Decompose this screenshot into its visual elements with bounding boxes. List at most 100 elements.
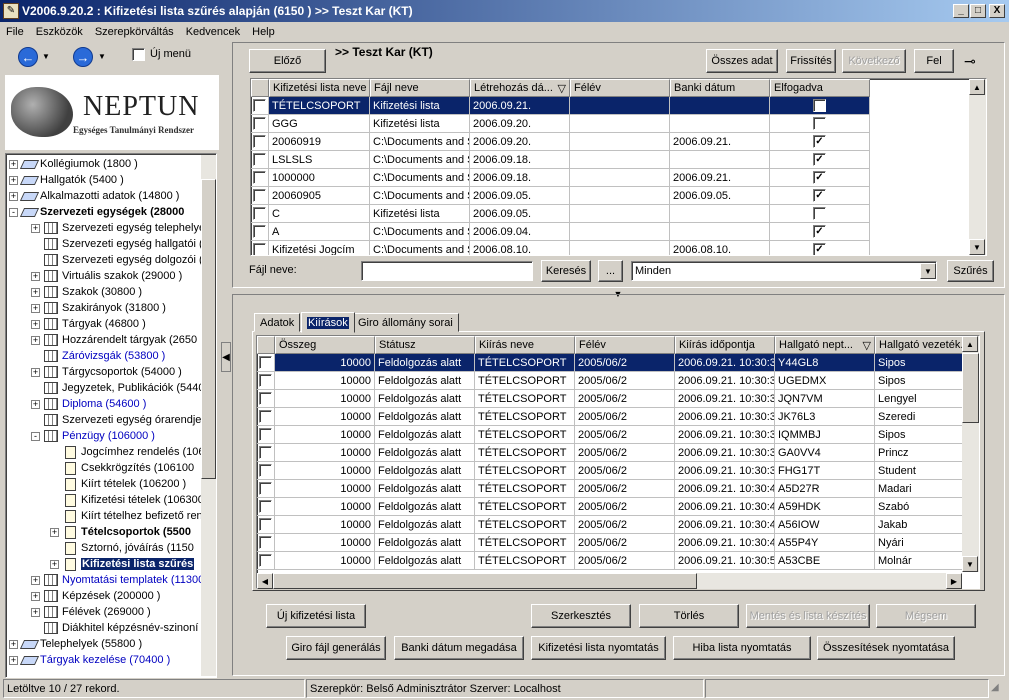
tree-item[interactable]: + Szakirányok (31800 )	[31, 300, 166, 316]
new-payment-list-button[interactable]: Új kifizetési lista	[266, 604, 366, 628]
expand-toggle-icon[interactable]: +	[31, 575, 40, 585]
table-row[interactable]: 10000 Feldolgozás alatt TÉTELCSOPORT 2005/0…	[257, 462, 963, 480]
tree-item[interactable]: + Tárgyak (46800 )	[31, 316, 146, 332]
accepted-checkbox[interactable]: ✓	[813, 153, 826, 166]
accepted-checkbox[interactable]: ✓	[813, 189, 826, 202]
row-select-checkbox[interactable]	[253, 171, 266, 184]
table-row[interactable]: TÉTELCSOPORT Kifizetési lista 2006.09.21.	[251, 97, 969, 115]
accepted-checkbox[interactable]: ✓	[813, 243, 826, 255]
expand-toggle-icon[interactable]: +	[31, 223, 40, 233]
menu-file[interactable]: File	[0, 26, 30, 38]
delete-button[interactable]: Törlés	[639, 604, 739, 628]
row-select-checkbox[interactable]	[253, 117, 266, 130]
table-row[interactable]: 10000 Feldolgozás alatt TÉTELCSOPORT 2005/0…	[257, 552, 963, 570]
top-table-scrollbar[interactable]: ▲ ▼	[969, 79, 986, 255]
browse-button[interactable]: ...	[598, 260, 623, 282]
tree-item[interactable]: + Tételcsoportok (5500	[50, 524, 191, 540]
edit-button[interactable]: Szerkesztés	[531, 604, 631, 628]
scroll-up-icon[interactable]: ▲	[969, 79, 985, 95]
next-button[interactable]: Következő	[842, 49, 906, 73]
row-select-checkbox[interactable]	[259, 374, 272, 387]
tree-scrollbar[interactable]	[201, 155, 216, 676]
tree-item[interactable]: + Hozzárendelt tárgyak (2650	[31, 332, 197, 348]
tree-item[interactable]: Kiírt tételhez befizető ren	[50, 508, 203, 524]
tree-item[interactable]: + Kifizetési lista szűrés	[50, 556, 195, 572]
expand-toggle-icon[interactable]: -	[9, 207, 18, 217]
menu-role-switch[interactable]: Szerepkörváltás	[89, 26, 180, 38]
tree-item[interactable]: Szervezeti egység dolgozói (2	[31, 252, 209, 268]
row-select-checkbox[interactable]	[253, 225, 266, 238]
tree-item[interactable]: + Szakok (30800 )	[31, 284, 142, 300]
column-header[interactable]: Kiírás időpontja	[675, 336, 775, 354]
sort-desc-icon[interactable]: ▽	[863, 339, 874, 352]
forward-dropdown-icon[interactable]: ▼	[98, 52, 106, 61]
table-row[interactable]: 10000 Feldolgozás alatt TÉTELCSOPORT 2005/0…	[257, 390, 963, 408]
row-select-checkbox[interactable]	[253, 207, 266, 220]
accepted-checkbox[interactable]	[813, 99, 826, 112]
tree-scroll-thumb[interactable]	[201, 179, 216, 479]
collapse-left-icon[interactable]: ◀	[221, 342, 231, 372]
tree-item[interactable]: - Szervezeti egységek (28000	[9, 204, 184, 220]
expand-toggle-icon[interactable]: +	[50, 527, 59, 537]
tree-item[interactable]: + Virtuális szakok (29000 )	[31, 268, 182, 284]
save-and-create-button[interactable]: Mentés és lista készítés	[746, 604, 870, 628]
tree-item[interactable]: + Diploma (54600 )	[31, 396, 146, 412]
expand-toggle-icon[interactable]: +	[31, 399, 40, 409]
tree-item[interactable]: + Alkalmazotti adatok (14800 )	[9, 188, 179, 204]
row-select-checkbox[interactable]	[253, 99, 266, 112]
print-summary-button[interactable]: Összesítések nyomtatása	[817, 636, 955, 660]
expand-toggle-icon[interactable]: +	[50, 559, 59, 569]
table-row[interactable]: A C:\Documents and S 2006.09.04. ✓	[251, 223, 969, 241]
sort-desc-icon[interactable]: ▽	[558, 82, 569, 95]
tree-item[interactable]: + Szervezeti egység telephelye	[31, 220, 205, 236]
expand-toggle-icon[interactable]: +	[31, 367, 40, 377]
expand-toggle-icon[interactable]: +	[31, 303, 40, 313]
filter-button[interactable]: Szűrés	[947, 260, 994, 282]
scroll-right-icon[interactable]: ▶	[946, 573, 962, 589]
row-select-checkbox[interactable]	[253, 189, 266, 202]
row-select-checkbox[interactable]	[259, 446, 272, 459]
back-dropdown-icon[interactable]: ▼	[42, 52, 50, 61]
tree-item[interactable]: + Kollégiumok (1800 )	[9, 156, 138, 172]
table-row[interactable]: 10000 Feldolgozás alatt TÉTELCSOPORT 2005/0…	[257, 480, 963, 498]
row-select-checkbox[interactable]	[253, 135, 266, 148]
maximize-button[interactable]: □	[970, 4, 986, 18]
tree-item[interactable]: Szervezeti egység hallgatói (2	[31, 236, 209, 252]
column-header[interactable]: Hallgató nept... ▽	[775, 336, 875, 354]
file-name-input[interactable]	[361, 261, 533, 281]
tree-item[interactable]: Diákhitel képzésnév-szinoní	[31, 620, 198, 636]
table-row[interactable]: LSLSLS C:\Documents and S 2006.09.18. ✓	[251, 151, 969, 169]
row-select-checkbox[interactable]	[259, 464, 272, 477]
minimize-button[interactable]: _	[953, 4, 969, 18]
column-header[interactable]: Banki dátum	[670, 79, 770, 97]
expand-toggle-icon[interactable]: +	[31, 607, 40, 617]
accepted-checkbox[interactable]	[813, 117, 826, 130]
row-select-checkbox[interactable]	[259, 482, 272, 495]
expand-toggle-icon[interactable]: +	[31, 335, 40, 345]
scroll-down-icon[interactable]: ▼	[962, 556, 978, 572]
column-header[interactable]: Félév	[575, 336, 675, 354]
refresh-button[interactable]: Frissítés	[786, 49, 836, 73]
expand-toggle-icon[interactable]: +	[9, 655, 18, 665]
close-button[interactable]: X	[989, 4, 1005, 18]
giro-generate-button[interactable]: Giro fájl generálás	[286, 636, 386, 660]
tree-item[interactable]: Kifizetési tételek (106300	[50, 492, 204, 508]
table-row[interactable]: Kifizetési Jogcím C:\Documents and S 2006.…	[251, 241, 969, 255]
menu-tools[interactable]: Eszközök	[30, 26, 89, 38]
expand-toggle-icon[interactable]: +	[31, 591, 40, 601]
column-header[interactable]: Fájl neve	[370, 79, 470, 97]
print-errors-button[interactable]: Hiba lista nyomtatás	[673, 636, 811, 660]
tree-item[interactable]: Záróvizsgák (53800 )	[31, 348, 165, 364]
tab-kiirasok[interactable]: Kiírások	[301, 312, 355, 333]
tree-item[interactable]: + Nyomtatási templatek (11300	[31, 572, 204, 588]
prev-button[interactable]: Előző	[249, 49, 326, 73]
tree-item[interactable]: Csekkrögzítés (106100	[50, 460, 194, 476]
tree-item[interactable]: + Tárgycsoportok (54000 )	[31, 364, 182, 380]
pin-icon[interactable]: ⊸	[964, 53, 976, 70]
column-header[interactable]: Félév	[570, 79, 670, 97]
table-row[interactable]: 10000 Feldolgozás alatt TÉTELCSOPORT 2005/0…	[257, 444, 963, 462]
tab-giro[interactable]: Giro állomány sorai	[352, 313, 459, 332]
tree-item[interactable]: + Félévek (269000 )	[31, 604, 151, 620]
row-select-checkbox[interactable]	[253, 243, 266, 255]
table-row[interactable]: 10000 Feldolgozás alatt TÉTELCSOPORT 2005/0…	[257, 516, 963, 534]
